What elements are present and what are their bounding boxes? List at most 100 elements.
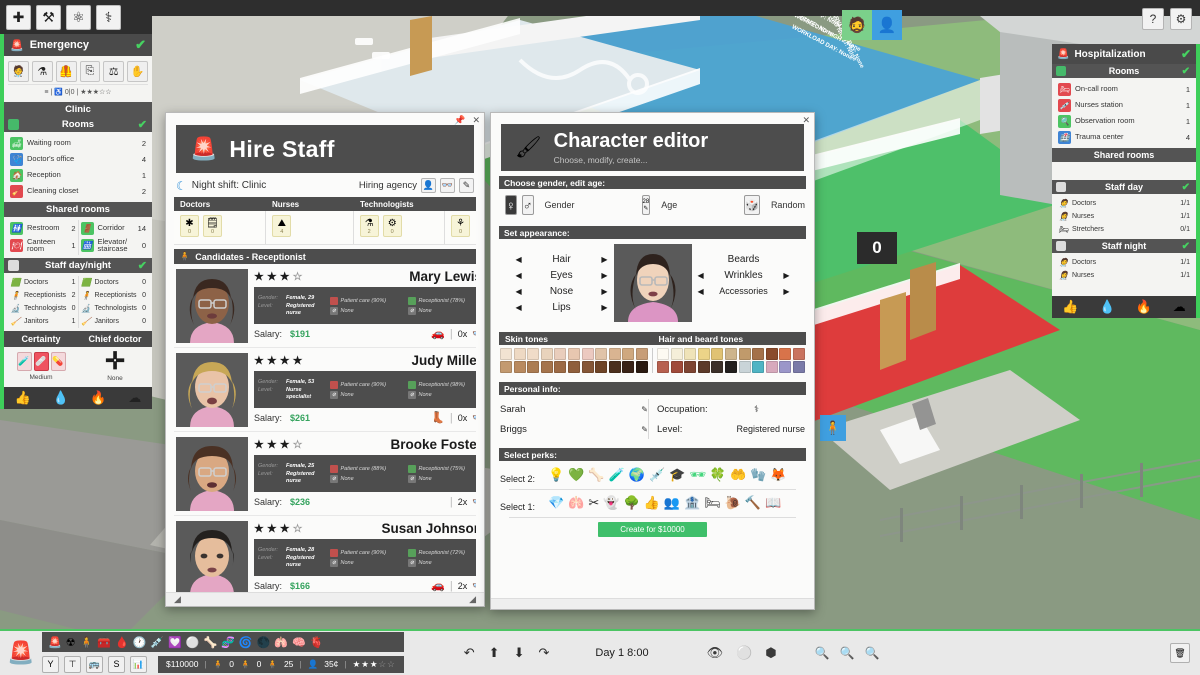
right-rooms-list[interactable]: 🛏 On-call room 1 💉 Nurses station 1 🔍 Ob… [1052, 78, 1200, 148]
perk-icon-dark[interactable]: 👍 [644, 495, 660, 511]
right-panel-footer[interactable]: 👍 💧 🔥 ☁ [1052, 296, 1200, 318]
hair-tone-swatch[interactable] [792, 361, 805, 374]
skin-tone-swatch[interactable] [635, 361, 648, 374]
doctor-intern-icon[interactable]: 🗒 0 [203, 215, 222, 237]
world-unit-marker[interactable]: 🧍 [820, 415, 846, 441]
rooms-check-icon[interactable]: ✔ [138, 118, 147, 131]
hair-tone-swatch[interactable] [657, 348, 670, 360]
candidates-list[interactable]: ★ ★ ★ ☆ Mary Lewis Gender: Female, 29 Lev… [174, 264, 476, 592]
right-shared-rooms-subheader[interactable]: Shared rooms [1052, 148, 1200, 162]
help-button[interactable]: ? [1142, 8, 1164, 30]
shared-room-item[interactable]: 🚪 Corridor 14 [79, 220, 148, 236]
right-staff-night-list[interactable]: 🧑‍⚕ Doctors 1/1 👩‍⚕ Nurses 1/1 [1052, 253, 1200, 296]
room-item[interactable]: 🧹 Cleaning closet 2 [8, 183, 148, 199]
agency-person-icon[interactable]: 👤 [421, 178, 436, 193]
bottom-second-row[interactable]: Y ⊤ 🚌 S 📊 $110000 | 🧍 0 🧍 0 🧍 25 | 👤 35¢… [42, 654, 404, 674]
perk-icon-dark[interactable]: 💎 [548, 495, 564, 511]
candidate-traits[interactable]: 🚗 | 2x 👓 [431, 579, 476, 593]
skin-tone-swatch[interactable] [622, 361, 635, 374]
skin-tone-swatch[interactable] [540, 361, 553, 374]
age-stepper[interactable]: 28 ✎ [641, 195, 651, 215]
layer-circle-icon[interactable]: ⚪ [736, 645, 752, 661]
staff-row[interactable]: 🔬 Technologists 0 [8, 302, 78, 315]
staff-row[interactable]: 🧹 Janitors 1 [8, 315, 78, 328]
perk-icon-dark[interactable]: 🔨 [745, 495, 761, 511]
skin-tone-swatch[interactable] [527, 348, 540, 360]
skin-tone-swatch[interactable] [567, 348, 581, 360]
hair-tone-grid[interactable] [657, 348, 805, 374]
feature-eyes[interactable]: ◀ Eyes ▶ [516, 270, 608, 281]
zoom-in-icon[interactable]: 🔍 [815, 646, 830, 660]
department-header[interactable]: 🚨 Emergency ✔ [0, 34, 152, 56]
hair-tone-swatch[interactable] [670, 348, 683, 360]
perk-icon-yellow[interactable]: 🧤 [750, 467, 766, 483]
profession-doctors-cell[interactable]: ✱ 0 🗒 0 [174, 211, 265, 244]
pause-arrow-icon[interactable]: ↶ [464, 645, 475, 661]
perk-icon-dark[interactable]: 🏦 [684, 495, 700, 511]
shared-room-item[interactable]: 🚻 Restroom 2 [8, 220, 78, 236]
bottom-bar[interactable]: 🚨 🚨 ☢ 🧍 🧰 🩸 🕐 💉 💟 ⚪ 🦴 🧬 🌀 🌑 🫁 🧠 🫀 Y ⊤ 🚌 S 📊 $110000 | 🧍… [0, 629, 1200, 675]
select1-perk-icons[interactable]: 💎 🫁 ✂ 👻 🌳 👍 👥 🏦 🛏 🐌 🔨 📖 [548, 495, 781, 511]
staff-night-check-icon[interactable]: ✔ [1182, 241, 1190, 252]
staff-day-check-icon[interactable]: ✔ [1182, 182, 1190, 193]
bottom-right-group[interactable]: 🗑 [1170, 643, 1200, 663]
department-icon-15[interactable]: 🫀 [310, 636, 324, 649]
notifications-icon[interactable]: 🗑 [1170, 643, 1190, 663]
hair-tone-swatch[interactable] [752, 348, 765, 360]
skin-tone-swatch[interactable] [527, 361, 540, 374]
department-icon-14[interactable]: 🧠 [292, 636, 306, 649]
department-check-icon[interactable]: ✔ [135, 37, 146, 53]
nurse-icon[interactable]: ⛰ 4 [272, 215, 292, 237]
hair-tone-swatch[interactable] [738, 348, 751, 360]
gender-male-button[interactable]: ♂ [521, 195, 534, 215]
profession-icon-row[interactable]: ✱ 0 🗒 0 ⛰ 4 ⚗ 2 ⚙ 0 ⚘ 0 [174, 211, 476, 245]
left-department-panel[interactable]: 🚨 Emergency ✔ 🧑‍⚕ ⚗ 🦺 ⎘ ⚖ ✋ ≡ | ♿ 0|0 | … [0, 34, 152, 409]
staff-row[interactable]: 🧑‍⚕ Doctors 1/1 [1056, 256, 1192, 269]
play-arrow-icon[interactable]: ↷ [538, 645, 549, 661]
skin-tone-swatch[interactable] [554, 348, 567, 360]
room-item[interactable]: 🩺 Doctor's office 4 [8, 151, 148, 167]
water-icon[interactable]: 💧 [53, 390, 69, 406]
room-item[interactable]: 🛏 On-call room 1 [1056, 81, 1192, 97]
department-icon-1[interactable]: ☢ [66, 636, 76, 649]
add-chief-doctor-icon[interactable]: ✛ [78, 349, 152, 373]
skin-tone-swatch[interactable] [635, 348, 648, 360]
build-hammer-tool-icon[interactable]: ⚒ [36, 4, 61, 30]
perk-icon-green[interactable]: 🎓 [669, 467, 685, 483]
hair-tone-swatch[interactable] [779, 361, 792, 374]
department-icon-2[interactable]: 🧍 [80, 636, 94, 649]
hair-tone-swatch[interactable] [724, 361, 738, 374]
candidate-traits[interactable]: 🚗 | 0x 👓 [431, 327, 476, 341]
skin-tone-swatch[interactable] [581, 348, 594, 360]
quick-button-0[interactable]: Y [42, 655, 59, 673]
layer-hex-icon[interactable]: ⬢ [765, 645, 776, 661]
staff-row[interactable]: 🟩 Doctors 0 [79, 276, 149, 289]
department-icon-0[interactable]: 🚨 [48, 636, 62, 649]
quick-button-4[interactable]: 📊 [130, 655, 147, 673]
create-character-button[interactable]: Create for $10000 [598, 522, 707, 538]
hair-tone-swatch[interactable] [697, 348, 710, 360]
staff-portrait-doctor[interactable]: 🧔 [842, 10, 872, 40]
close-icon[interactable]: ✕ [802, 115, 810, 126]
room-tool-4-icon[interactable]: ⚖ [103, 61, 125, 82]
hospitalization-header[interactable]: 🚨 Hospitalization ✔ [1052, 44, 1200, 64]
feature-accessories[interactable]: ◀ Accessories ▶ [698, 286, 790, 296]
skin-tone-swatch[interactable] [513, 348, 526, 360]
right-department-panel[interactable]: 🚨 Hospitalization ✔ Rooms ✔ 🛏 On-call ro… [1052, 44, 1200, 318]
water-icon[interactable]: 💧 [1099, 299, 1115, 315]
perk-icon-dark[interactable]: 🛏 [704, 495, 721, 511]
right-rooms-check-icon[interactable]: ✔ [1182, 66, 1190, 77]
speed-down-icon[interactable]: ⬇ [514, 645, 525, 661]
emergency-siren-button[interactable]: 🚨 [0, 640, 42, 666]
agency-glasses-icon[interactable]: 👓 [440, 178, 455, 193]
profession-nurses-cell[interactable]: ⛰ 4 [265, 211, 352, 244]
hair-tone-swatch[interactable] [711, 348, 724, 360]
profession-technologists-cell[interactable]: ⚗ 2 ⚙ 0 [352, 211, 444, 244]
zoom-out-icon[interactable]: 🔍 [840, 646, 855, 660]
perk-icon-green[interactable]: 🍀 [710, 467, 726, 483]
skin-tone-swatch[interactable] [513, 361, 526, 374]
quick-button-3[interactable]: S [108, 655, 125, 673]
resize-handle-right[interactable]: ◢ [469, 594, 476, 605]
skin-tone-swatch[interactable] [554, 361, 567, 374]
hair-tone-swatch[interactable] [738, 361, 751, 374]
